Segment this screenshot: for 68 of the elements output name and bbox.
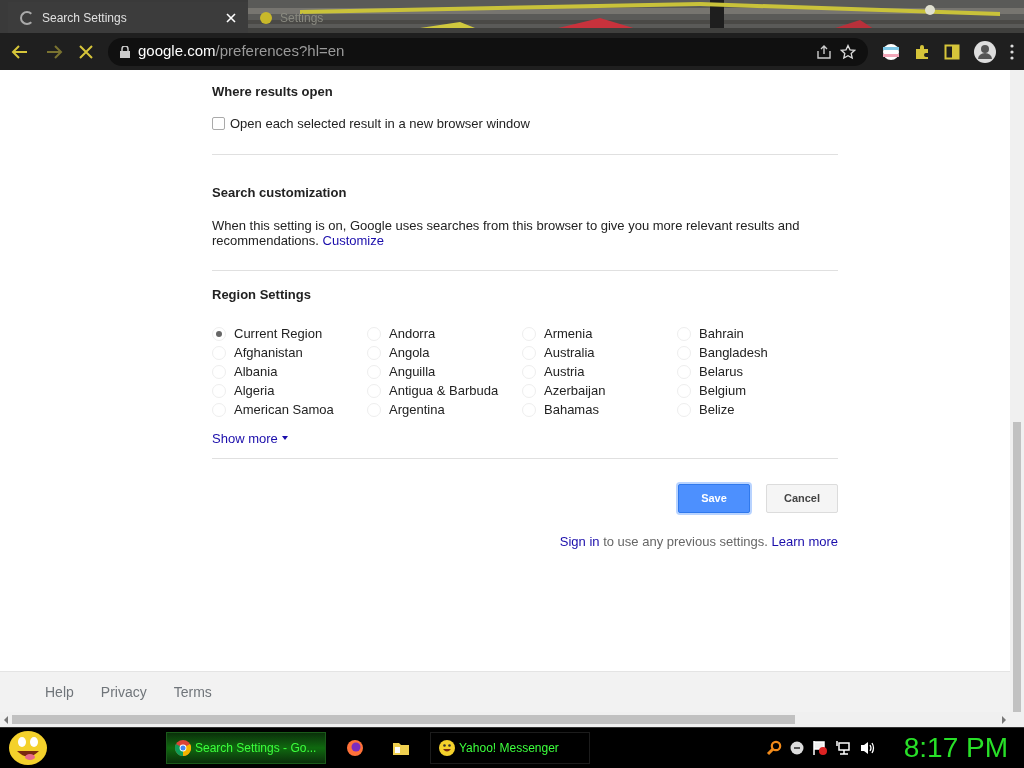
show-more-link[interactable]: Show more <box>212 428 288 448</box>
firefox-icon <box>346 739 364 757</box>
radio-label: Bahamas <box>544 401 599 420</box>
learn-more-link[interactable]: Learn more <box>771 534 838 549</box>
customize-link[interactable]: Customize <box>322 233 384 248</box>
star-icon[interactable] <box>840 43 856 60</box>
flag-icon[interactable] <box>811 740 828 756</box>
section-heading: Where results open <box>212 83 334 101</box>
tab-title: Search Settings <box>42 9 128 27</box>
sidebar-icon[interactable] <box>944 43 960 60</box>
footer-link[interactable]: Privacy <box>100 681 147 703</box>
smiley-start-icon[interactable] <box>8 730 48 766</box>
radio-label: Azerbaijan <box>544 382 606 401</box>
radio-label: Angola <box>389 344 430 363</box>
network-icon[interactable] <box>835 740 852 756</box>
radio-label: Andorra <box>389 325 436 344</box>
lock-icon[interactable] <box>120 45 130 58</box>
radio-label: Anguilla <box>389 363 436 382</box>
radio-label: Afghanistan <box>234 344 303 363</box>
tab-title: Settings <box>280 9 324 27</box>
radio-label: American Samoa <box>234 401 334 420</box>
cancel-button[interactable]: Cancel <box>766 484 838 513</box>
folder-icon <box>392 740 410 756</box>
caret-icon <box>281 436 288 441</box>
radio-label: Current Region <box>234 325 323 344</box>
taskbar-button[interactable]: Yahoo! Messenger <box>430 732 590 764</box>
sign-in-link[interactable]: Sign in <box>559 534 600 549</box>
status-icon[interactable] <box>789 741 804 755</box>
description-text: When this setting is on, Google uses searches from this browser to give you more relevant results and recommendations. Customize <box>212 218 801 248</box>
radio-label: Belarus <box>699 363 744 382</box>
menu-icon[interactable] <box>1010 43 1014 60</box>
checkbox-label: Open each selected result in a new browser window <box>230 115 530 133</box>
footer-link[interactable]: Help <box>45 681 74 703</box>
radio-label: Austria <box>544 363 585 382</box>
section-heading: Search customization <box>212 183 348 202</box>
radio-label: Armenia <box>544 325 593 344</box>
radio-label: Belize <box>699 401 735 420</box>
radio-label: Albania <box>234 363 278 382</box>
search-icon[interactable] <box>765 740 782 756</box>
scroll-right-icon[interactable] <box>1002 715 1006 724</box>
taskbar-button[interactable]: Search Settings - Go... <box>166 732 326 764</box>
stop-icon[interactable] <box>78 43 94 60</box>
radio-label: Antigua & Barbuda <box>389 382 499 401</box>
radio-label: Bahrain <box>699 325 744 344</box>
flag-icon[interactable] <box>882 42 900 61</box>
footer-link[interactable]: Terms <box>173 681 212 703</box>
close-icon[interactable] <box>226 12 236 23</box>
radio-label: Algeria <box>234 382 275 401</box>
loading-icon <box>20 10 34 25</box>
smiley-icon <box>439 740 455 756</box>
scrollbar-thumb[interactable] <box>1013 422 1021 712</box>
section-heading: Region Settings <box>212 286 312 304</box>
radio-label: Australia <box>544 344 595 363</box>
checkbox[interactable] <box>212 117 225 131</box>
scrollbar-thumb[interactable] <box>12 715 795 724</box>
scroll-left-icon[interactable] <box>4 715 8 724</box>
profile-icon[interactable] <box>974 40 996 63</box>
radio-label: Argentina <box>389 401 445 420</box>
chrome-icon <box>175 740 191 756</box>
share-icon[interactable] <box>816 43 832 60</box>
clock-text: 8:17 PM <box>903 734 1008 762</box>
url-text: google.com/preferences?hl=en <box>138 41 346 62</box>
puzzle-icon[interactable] <box>914 43 930 60</box>
address-bar[interactable]: google.com/preferences?hl=en <box>108 37 868 66</box>
volume-icon[interactable] <box>859 740 876 756</box>
radio-label: Bangladesh <box>699 344 768 363</box>
sign-in-text: Sign in to use any previous settings. Learn more <box>558 533 838 551</box>
radio-label: Belgium <box>699 382 746 401</box>
